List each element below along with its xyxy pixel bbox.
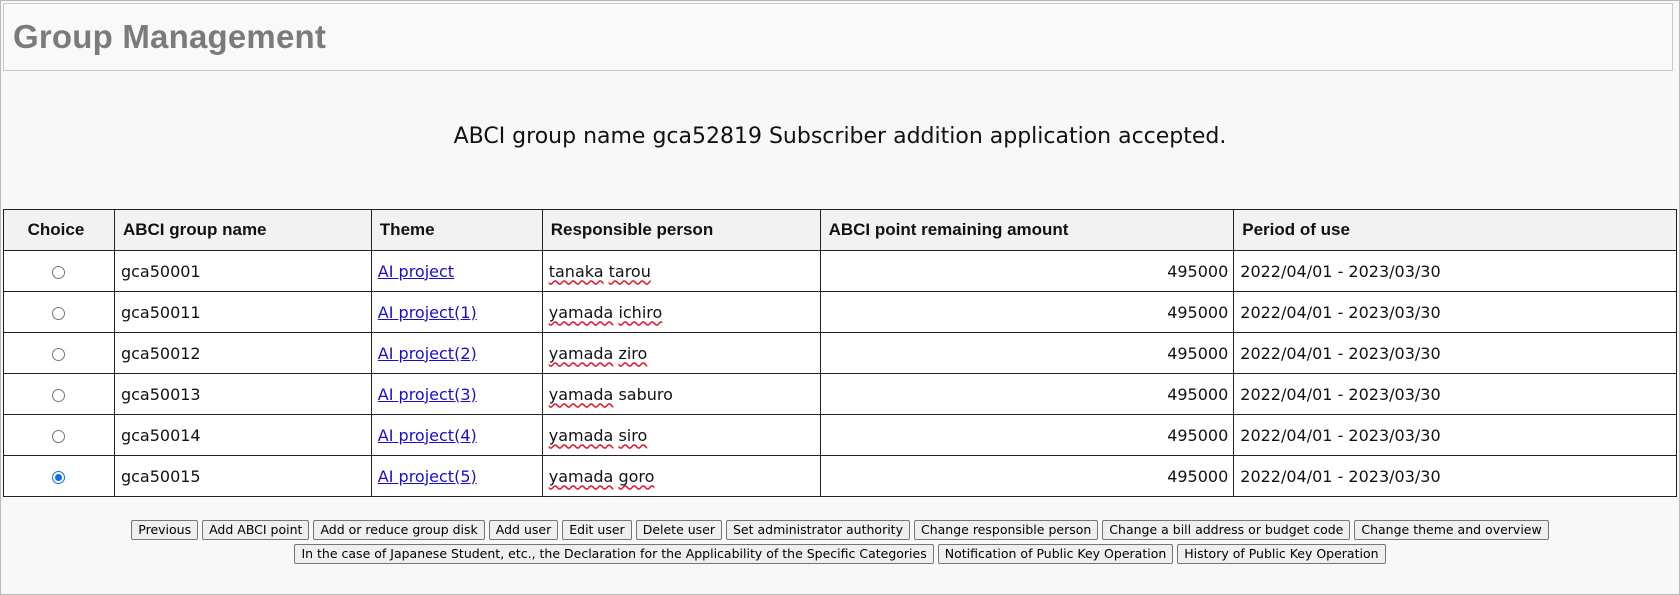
responsible-person-cell: tanaka tarou <box>541 250 821 292</box>
column-header-responsible-person: Responsible person <box>541 209 821 251</box>
student-declaration-button[interactable]: In the case of Japanese Student, etc., t… <box>294 544 934 564</box>
action-button-bar-2: In the case of Japanese Student, etc., t… <box>0 544 1680 564</box>
row-select-radio[interactable] <box>52 388 66 402</box>
points-cell: 495000 <box>819 250 1235 292</box>
table-header-row: Choice ABCI group name Theme Responsible… <box>3 209 1677 251</box>
responsible-person-cell: yamada saburo <box>541 373 821 415</box>
theme-link[interactable]: AI project(3) <box>378 385 477 404</box>
points-cell: 495000 <box>819 455 1235 497</box>
period-cell: 2022/04/01 - 2023/03/30 <box>1233 414 1677 456</box>
table-row: gca50012 AI project(2) yamada ziro 49500… <box>3 332 1677 374</box>
add-user-button[interactable]: Add user <box>488 520 559 540</box>
table-row: gca50013 AI project(3) yamada saburo 495… <box>3 373 1677 415</box>
group-name-cell: gca50001 <box>113 250 372 292</box>
add-reduce-group-disk-button[interactable]: Add or reduce group disk <box>313 520 485 540</box>
row-select-radio[interactable] <box>52 429 66 443</box>
table-row: gca50014 AI project(4) yamada siro 49500… <box>3 414 1677 456</box>
row-select-radio[interactable] <box>52 265 66 279</box>
column-header-point-remaining: ABCI point remaining amount <box>819 209 1235 251</box>
theme-link[interactable]: AI project(4) <box>378 426 477 445</box>
set-admin-authority-button[interactable]: Set administrator authority <box>726 520 910 540</box>
period-cell: 2022/04/01 - 2023/03/30 <box>1233 373 1677 415</box>
row-select-radio[interactable] <box>52 306 66 320</box>
period-cell: 2022/04/01 - 2023/03/30 <box>1233 291 1677 333</box>
period-cell: 2022/04/01 - 2023/03/30 <box>1233 455 1677 497</box>
table-row: gca50015 AI project(5) yamada goro 49500… <box>3 455 1677 497</box>
delete-user-button[interactable]: Delete user <box>635 520 722 540</box>
page-header: Group Management <box>3 3 1673 71</box>
table-row: gca50001 AI project tanaka tarou 495000 … <box>3 250 1677 292</box>
column-header-period: Period of use <box>1233 209 1677 251</box>
status-message: ABCI group name gca52819 Subscriber addi… <box>453 124 1227 149</box>
group-name-cell: gca50011 <box>113 291 372 333</box>
points-cell: 495000 <box>819 291 1235 333</box>
period-cell: 2022/04/01 - 2023/03/30 <box>1233 250 1677 292</box>
column-header-choice: Choice <box>3 209 115 251</box>
change-responsible-person-button[interactable]: Change responsible person <box>913 520 1099 540</box>
change-theme-overview-button[interactable]: Change theme and overview <box>1354 520 1549 540</box>
action-button-bar: Previous Add ABCI point Add or reduce gr… <box>0 520 1680 540</box>
points-cell: 495000 <box>819 414 1235 456</box>
group-name-cell: gca50012 <box>113 332 372 374</box>
responsible-person-cell: yamada ichiro <box>541 291 821 333</box>
column-header-group-name: ABCI group name <box>113 209 372 251</box>
row-select-radio[interactable] <box>52 470 66 484</box>
responsible-person-cell: yamada ziro <box>541 332 821 374</box>
responsible-person-cell: yamada siro <box>541 414 821 456</box>
group-name-cell: gca50014 <box>113 414 372 456</box>
theme-link[interactable]: AI project(2) <box>378 344 477 363</box>
table-row: gca50011 AI project(1) yamada ichiro 495… <box>3 291 1677 333</box>
group-name-cell: gca50013 <box>113 373 372 415</box>
theme-link[interactable]: AI project(1) <box>378 303 477 322</box>
public-key-history-button[interactable]: History of Public Key Operation <box>1177 544 1386 564</box>
group-table: Choice ABCI group name Theme Responsible… <box>3 209 1677 497</box>
add-abci-point-button[interactable]: Add ABCI point <box>202 520 310 540</box>
responsible-person-cell: yamada goro <box>541 455 821 497</box>
previous-button[interactable]: Previous <box>131 520 199 540</box>
change-bill-address-button[interactable]: Change a bill address or budget code <box>1102 520 1351 540</box>
period-cell: 2022/04/01 - 2023/03/30 <box>1233 332 1677 374</box>
public-key-notification-button[interactable]: Notification of Public Key Operation <box>937 544 1174 564</box>
theme-link[interactable]: AI project(5) <box>378 467 477 486</box>
row-select-radio[interactable] <box>52 347 66 361</box>
points-cell: 495000 <box>819 373 1235 415</box>
column-header-theme: Theme <box>370 209 543 251</box>
theme-link[interactable]: AI project <box>378 262 454 281</box>
points-cell: 495000 <box>819 332 1235 374</box>
page-title: Group Management <box>13 18 327 55</box>
group-name-cell: gca50015 <box>113 455 372 497</box>
edit-user-button[interactable]: Edit user <box>562 520 632 540</box>
